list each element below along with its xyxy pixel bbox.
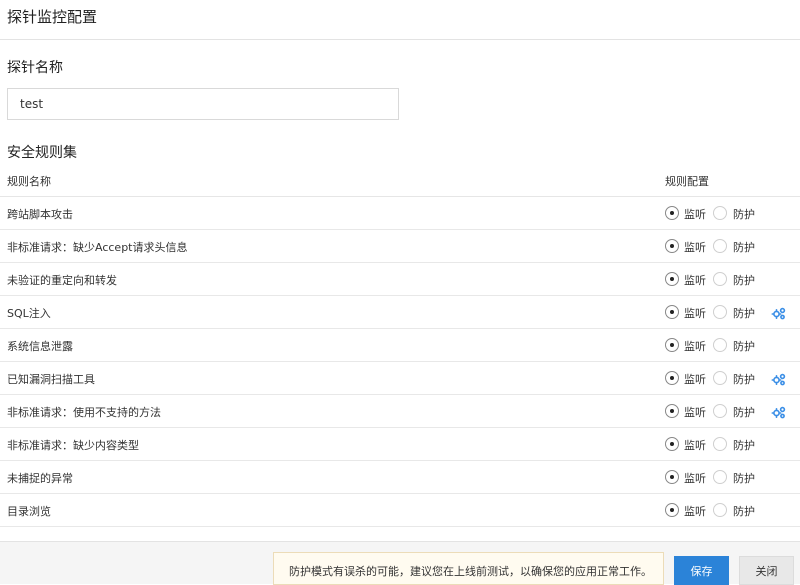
protect-label[interactable]: 防护 xyxy=(733,371,755,387)
monitor-radio[interactable] xyxy=(665,272,679,286)
gear-icon[interactable] xyxy=(771,404,787,419)
rule-name: 未验证的重定向和转发 xyxy=(7,274,117,287)
table-row: 未捕捉的异常 监听 防护 xyxy=(0,461,800,494)
protect-label[interactable]: 防护 xyxy=(733,437,755,453)
protect-label[interactable]: 防护 xyxy=(733,305,755,321)
probe-name-input[interactable] xyxy=(7,88,399,120)
protect-label[interactable]: 防护 xyxy=(733,503,755,519)
table-row: 非标准请求：缺少Accept请求头信息 监听 防护 xyxy=(0,230,800,263)
protect-radio[interactable] xyxy=(713,206,727,220)
table-row: 非标准请求：缺少内容类型 监听 防护 xyxy=(0,428,800,461)
rules-table-body: 跨站脚本攻击 监听 防护 非标准请求：缺少Accept请求头信息 监听 防护 未验证的重定向… xyxy=(0,197,800,527)
rules-table-header: 规则名称 规则配置 xyxy=(0,166,800,197)
monitor-label[interactable]: 监听 xyxy=(684,239,706,255)
ruleset-heading: 安全规则集 xyxy=(7,145,77,161)
monitor-label[interactable]: 监听 xyxy=(684,503,706,519)
rule-name: 跨站脚本攻击 xyxy=(7,208,73,221)
close-button[interactable]: 关闭 xyxy=(739,556,794,585)
monitor-radio[interactable] xyxy=(665,239,679,253)
protect-label[interactable]: 防护 xyxy=(733,338,755,354)
protect-radio[interactable] xyxy=(713,338,727,352)
rule-name: 未捕捉的异常 xyxy=(7,472,73,485)
monitor-radio[interactable] xyxy=(665,305,679,319)
monitor-radio[interactable] xyxy=(665,206,679,220)
monitor-label[interactable]: 监听 xyxy=(684,437,706,453)
protect-radio[interactable] xyxy=(713,239,727,253)
monitor-label[interactable]: 监听 xyxy=(684,305,706,321)
monitor-radio[interactable] xyxy=(665,371,679,385)
table-row: 目录浏览 监听 防护 xyxy=(0,494,800,527)
rule-name: 非标准请求：缺少内容类型 xyxy=(7,439,139,452)
monitor-radio[interactable] xyxy=(665,338,679,352)
monitor-label[interactable]: 监听 xyxy=(684,470,706,486)
monitor-label[interactable]: 监听 xyxy=(684,404,706,420)
monitor-radio[interactable] xyxy=(665,404,679,418)
gear-icon[interactable] xyxy=(771,305,787,320)
protect-radio[interactable] xyxy=(713,371,727,385)
probe-name-heading: 探针名称 xyxy=(7,60,63,76)
protect-label[interactable]: 防护 xyxy=(733,239,755,255)
page-title: 探针监控配置 xyxy=(7,8,98,26)
protect-label[interactable]: 防护 xyxy=(733,206,755,222)
rule-name: 已知漏洞扫描工具 xyxy=(7,373,95,386)
monitor-label[interactable]: 监听 xyxy=(684,371,706,387)
rule-name: 非标准请求：缺少Accept请求头信息 xyxy=(7,241,188,254)
rule-name: 系统信息泄露 xyxy=(7,340,73,353)
protect-label[interactable]: 防护 xyxy=(733,404,755,420)
rule-name: 非标准请求：使用不支持的方法 xyxy=(7,406,161,419)
protect-radio[interactable] xyxy=(713,503,727,517)
table-row: SQL注入 监听 防护 xyxy=(0,296,800,329)
protect-radio[interactable] xyxy=(713,404,727,418)
dialog-footer: 防护模式有误杀的可能，建议您在上线前测试，以确保您的应用正常工作。 保存 关闭 xyxy=(0,541,800,585)
protect-label[interactable]: 防护 xyxy=(733,272,755,288)
table-row: 跨站脚本攻击 监听 防护 xyxy=(0,197,800,230)
protect-radio[interactable] xyxy=(713,437,727,451)
table-row: 未验证的重定向和转发 监听 防护 xyxy=(0,263,800,296)
protect-radio[interactable] xyxy=(713,305,727,319)
save-button[interactable]: 保存 xyxy=(674,556,729,585)
rule-name: 目录浏览 xyxy=(7,505,51,518)
column-header-rule-config: 规则配置 xyxy=(665,175,709,188)
rule-name: SQL注入 xyxy=(7,307,51,320)
table-row: 系统信息泄露 监听 防护 xyxy=(0,329,800,362)
protection-mode-notice: 防护模式有误杀的可能，建议您在上线前测试，以确保您的应用正常工作。 xyxy=(273,552,664,585)
monitor-radio[interactable] xyxy=(665,437,679,451)
protect-radio[interactable] xyxy=(713,470,727,484)
gear-icon[interactable] xyxy=(771,371,787,386)
monitor-label[interactable]: 监听 xyxy=(684,272,706,288)
dialog-header: 探针监控配置 xyxy=(0,0,800,40)
table-row: 已知漏洞扫描工具 监听 防护 xyxy=(0,362,800,395)
column-header-rule-name: 规则名称 xyxy=(7,175,51,188)
monitor-radio[interactable] xyxy=(665,503,679,517)
protect-radio[interactable] xyxy=(713,272,727,286)
monitor-label[interactable]: 监听 xyxy=(684,338,706,354)
protect-label[interactable]: 防护 xyxy=(733,470,755,486)
monitor-label[interactable]: 监听 xyxy=(684,206,706,222)
monitor-radio[interactable] xyxy=(665,470,679,484)
table-row: 非标准请求：使用不支持的方法 监听 防护 xyxy=(0,395,800,428)
